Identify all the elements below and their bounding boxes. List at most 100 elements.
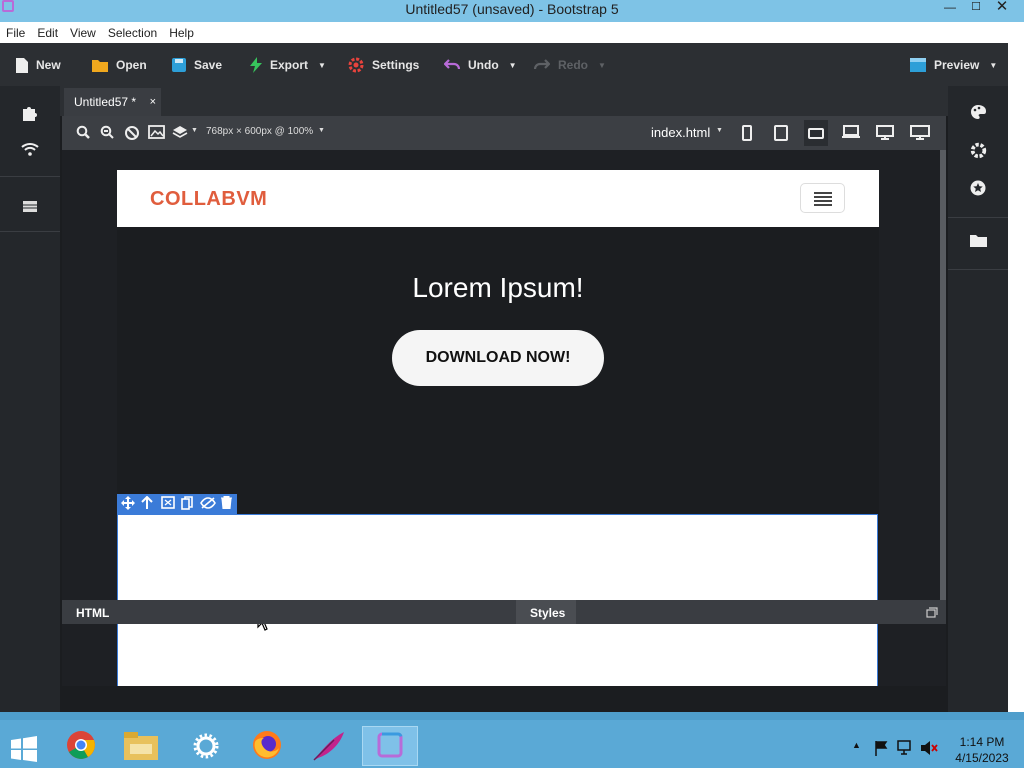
zoom-out-icon[interactable] (100, 125, 114, 139)
html-panel-tab[interactable]: HTML (62, 600, 122, 624)
export-label: Export (270, 58, 309, 72)
clock-time: 1:14 PM (959, 735, 1005, 749)
preview-button[interactable]: Preview ▼ (910, 55, 997, 75)
hide-icon[interactable] (200, 496, 216, 514)
start-button[interactable] (0, 726, 48, 766)
device-widescreen-icon[interactable] (910, 125, 930, 140)
file-explorer-taskbar-icon[interactable] (114, 726, 170, 766)
favorites-button[interactable] (948, 180, 1008, 218)
chevron-down-icon[interactable]: ▼ (716, 127, 723, 134)
new-button[interactable]: New (16, 55, 61, 75)
trash-icon[interactable] (221, 495, 232, 514)
action-center-flag-icon[interactable] (874, 740, 890, 756)
resize-icon[interactable] (161, 496, 175, 514)
menu-view[interactable]: View (64, 22, 102, 40)
navbar-toggler[interactable] (800, 183, 845, 213)
lightning-icon (250, 57, 262, 73)
move-icon[interactable] (121, 496, 135, 515)
windows-logo-icon (11, 736, 37, 762)
duplicate-icon[interactable] (181, 496, 193, 515)
clapperboard-icon (910, 58, 926, 72)
taskbar: ▲ 1:14 PM 4/15/2023 (0, 712, 1024, 768)
undo-label: Undo (468, 58, 499, 72)
close-window-button[interactable]: ✕ (988, 0, 1016, 20)
left-sidebar (0, 86, 60, 712)
main-toolbar: New Open Save Export ▼ Settings Undo ▼ R… (0, 43, 1008, 86)
components-button[interactable] (0, 104, 60, 127)
device-laptop-icon[interactable] (842, 125, 860, 139)
clock-date: 4/15/2023 (955, 751, 1009, 765)
export-button[interactable]: Export ▼ (250, 55, 326, 75)
device-tablet-landscape-button[interactable] (804, 120, 828, 146)
undo-icon (444, 59, 460, 70)
undo-button[interactable]: Undo ▼ (444, 55, 517, 75)
hamburger-line (814, 196, 832, 198)
bootstrap-studio-icon (377, 732, 403, 758)
device-desktop-icon[interactable] (876, 125, 894, 140)
hero-title[interactable]: Lorem Ipsum! (117, 272, 879, 304)
disable-icon[interactable] (124, 125, 140, 141)
chevron-down-icon[interactable]: ▼ (191, 127, 198, 134)
taskbar-clock[interactable]: 1:14 PM 4/15/2023 (950, 734, 1014, 766)
app-window: Untitled57 (unsaved) - Bootstrap 5 — ☐ ✕… (0, 0, 1024, 768)
save-button[interactable]: Save (172, 55, 222, 75)
file-dropdown[interactable]: index.html (651, 125, 710, 140)
download-button[interactable]: DOWNLOAD NOW! (392, 330, 604, 386)
puzzle-icon (23, 107, 37, 121)
open-button[interactable]: Open (92, 55, 147, 75)
wifi-icon (21, 143, 39, 156)
settings-app-taskbar-icon[interactable] (178, 726, 234, 766)
tab-close-button[interactable]: × (150, 96, 156, 108)
tray-expand-icon[interactable]: ▲ (852, 740, 861, 750)
site-navbar[interactable]: COLLABVM (117, 170, 879, 227)
wifi-button[interactable] (0, 142, 60, 161)
folder-icon (969, 235, 987, 247)
device-tablet-landscape-icon (808, 128, 824, 139)
bottom-panel-bar: HTML Styles (62, 600, 946, 624)
site-brand[interactable]: COLLABVM (150, 188, 267, 211)
layers-icon[interactable] (172, 125, 189, 139)
hamburger-line (814, 192, 832, 194)
expand-panel-icon[interactable] (926, 607, 938, 618)
minimize-button[interactable]: — (936, 0, 964, 20)
maximize-button[interactable]: ☐ (962, 0, 990, 20)
canvas-toolbar: ▼ 768px × 600px @ 100% ▼ index.html ▼ (62, 116, 946, 150)
firefox-icon (253, 731, 281, 759)
canvas-size-dropdown[interactable]: 768px × 600px @ 100% (206, 126, 313, 137)
menu-bar: File Edit View Selection Help (0, 22, 1008, 43)
gear-icon (970, 142, 986, 159)
files-button[interactable] (948, 234, 1008, 270)
volume-muted-icon[interactable] (920, 740, 938, 756)
chrome-taskbar-icon[interactable] (54, 726, 110, 766)
menu-file[interactable]: File (0, 22, 31, 40)
menu-selection[interactable]: Selection (102, 22, 163, 40)
bootstrap-studio-taskbar-icon[interactable] (362, 726, 418, 766)
settings-button[interactable]: Settings (348, 55, 419, 75)
title-bar: Untitled57 (unsaved) - Bootstrap 5 — ☐ ✕ (0, 0, 1024, 22)
preview-label: Preview (934, 58, 980, 72)
firefox-taskbar-icon[interactable] (240, 726, 296, 766)
network-icon[interactable] (897, 740, 915, 756)
hamburger-line (814, 204, 832, 206)
image-icon[interactable] (148, 125, 165, 139)
menu-help[interactable]: Help (163, 22, 200, 40)
styles-panel-tab[interactable]: Styles (516, 600, 576, 624)
selection-toolbar (117, 494, 237, 514)
feather-app-taskbar-icon[interactable] (302, 726, 358, 766)
scrollbar-thumb[interactable] (940, 150, 946, 600)
options-button[interactable] (948, 142, 1008, 164)
panel-button[interactable] (0, 176, 60, 232)
select-parent-icon[interactable] (141, 495, 153, 515)
window-title: Untitled57 (unsaved) - Bootstrap 5 (405, 1, 619, 17)
chevron-down-icon[interactable]: ▼ (318, 127, 325, 134)
redo-button[interactable]: Redo ▼ (534, 55, 606, 75)
device-tablet-icon[interactable] (774, 125, 788, 141)
taskbar-stripe (0, 712, 1024, 720)
tab-untitled57[interactable]: Untitled57 * × (64, 88, 161, 116)
themes-button[interactable] (948, 104, 1008, 125)
explorer-icon (124, 732, 158, 760)
zoom-in-icon[interactable] (76, 125, 90, 139)
table-icon (23, 201, 37, 212)
device-phone-icon[interactable] (742, 125, 752, 141)
menu-edit[interactable]: Edit (31, 22, 64, 40)
